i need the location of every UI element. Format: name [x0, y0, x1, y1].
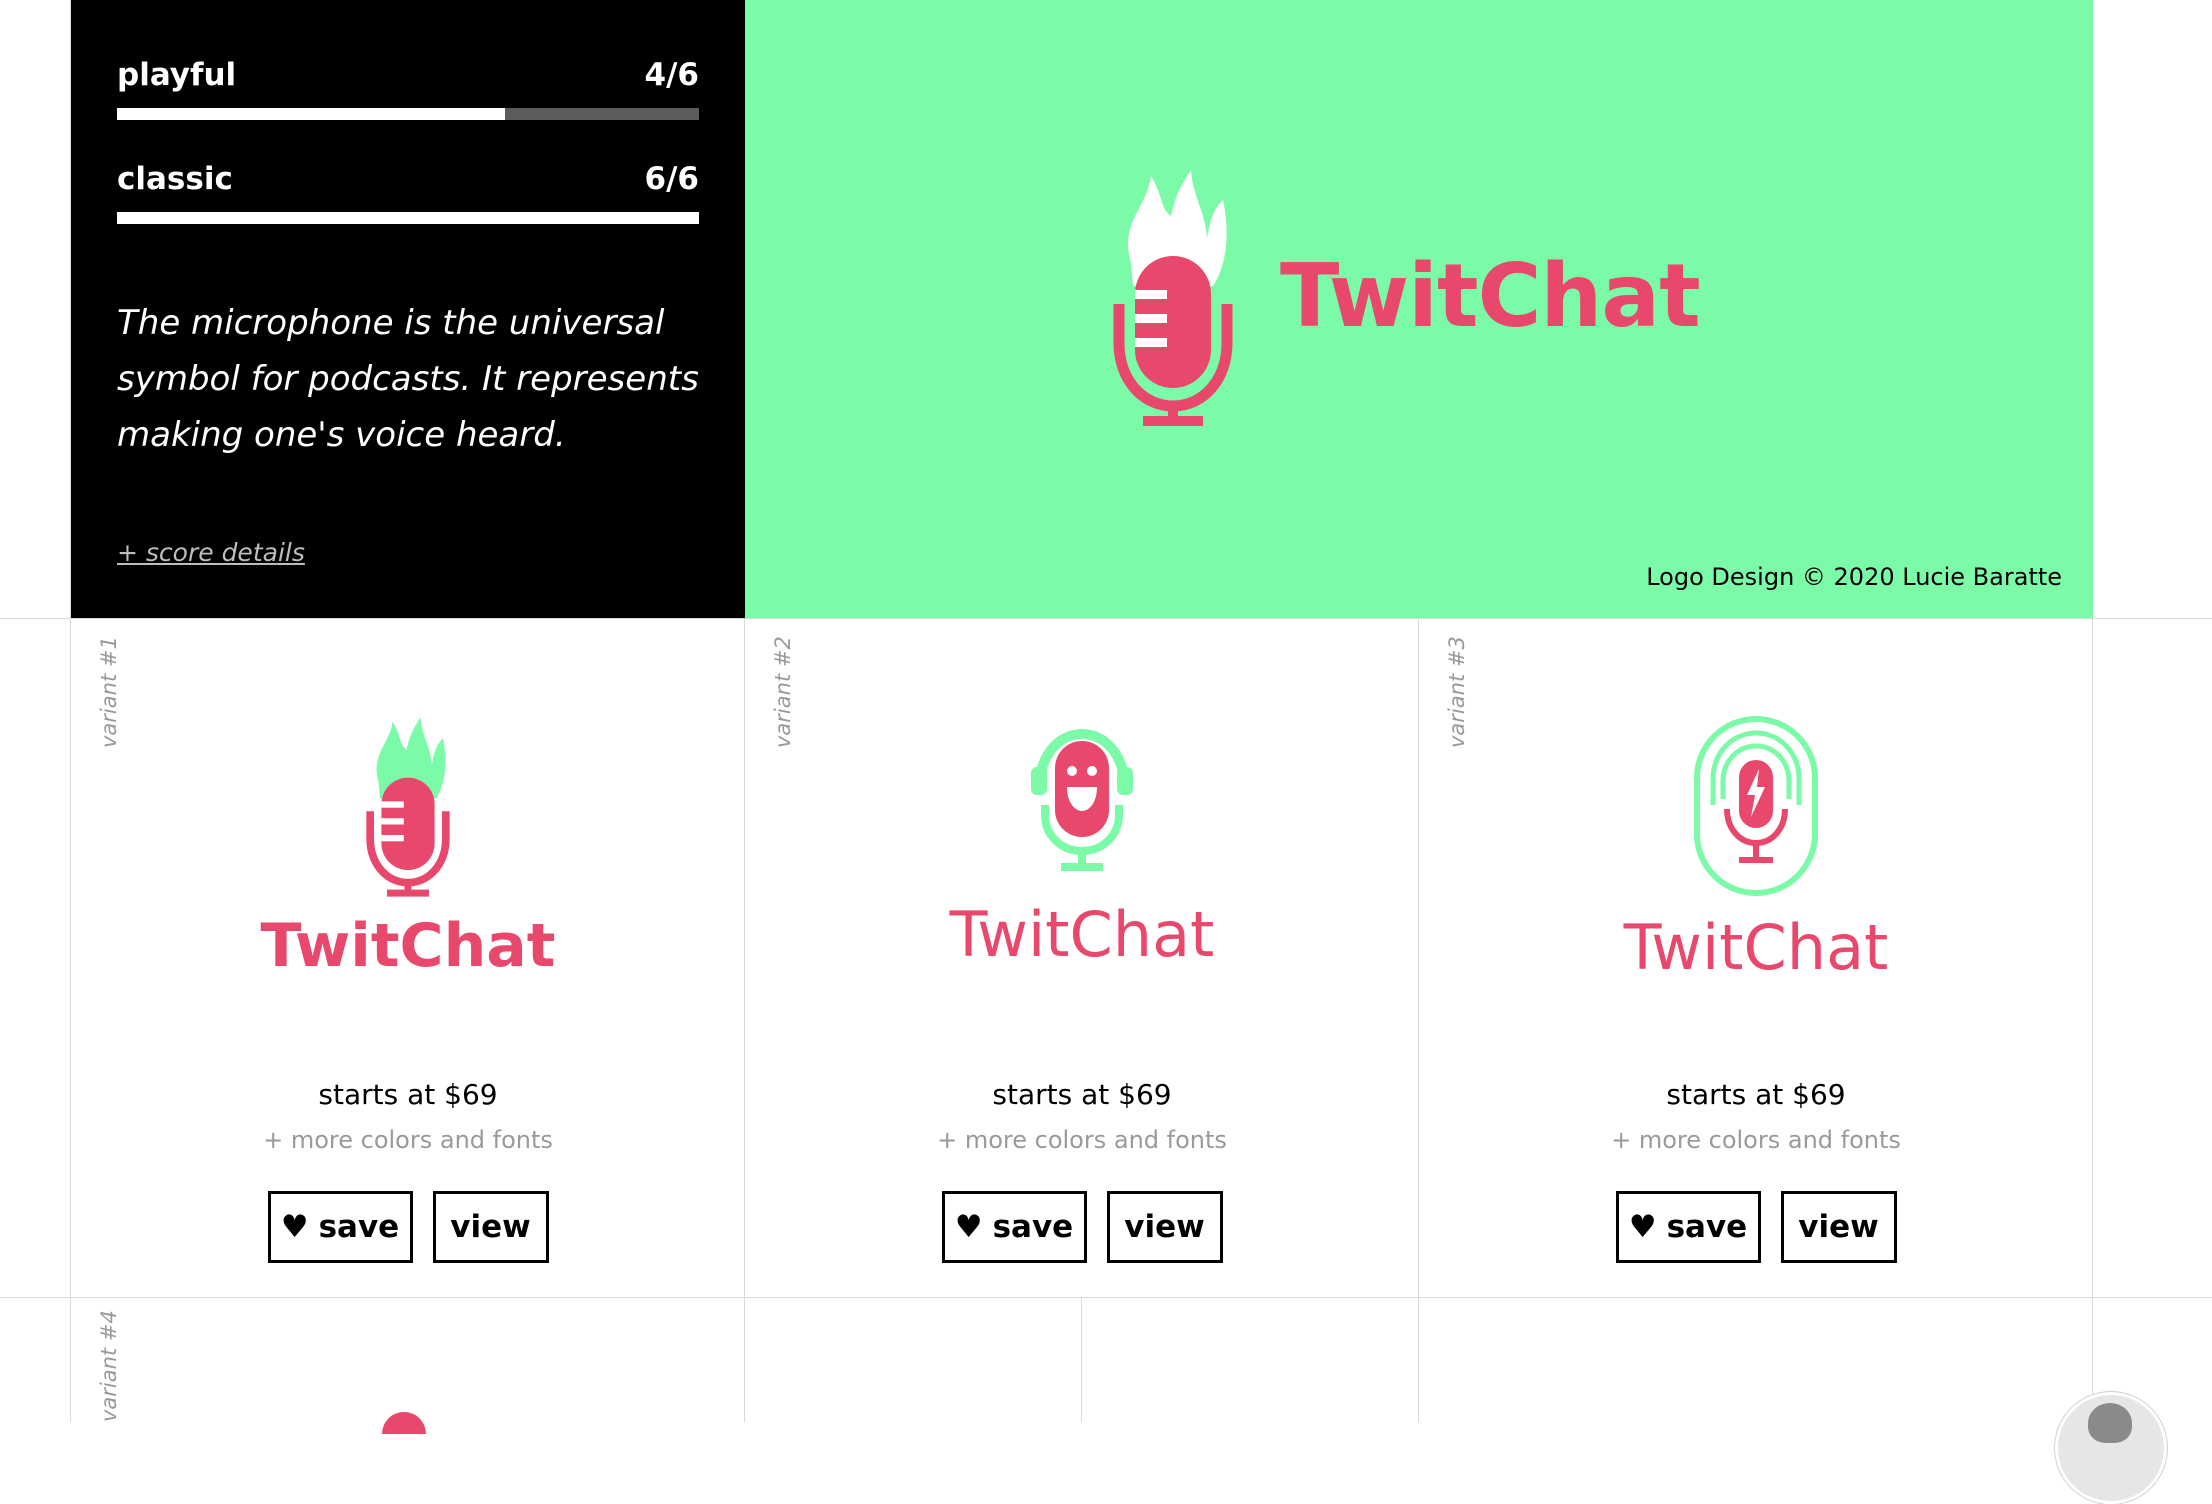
- variant-label: variant #4: [97, 1310, 121, 1422]
- score-panel: playful 4/6 classic 6/6 The microphone i…: [71, 0, 745, 618]
- price-text: starts at $69: [318, 1078, 498, 1111]
- price-text: starts at $69: [1666, 1078, 1846, 1111]
- grid-line: [0, 1297, 2212, 1298]
- metric-playful: playful 4/6: [117, 55, 699, 120]
- view-label: view: [1798, 1209, 1879, 1245]
- save-label: save: [992, 1209, 1074, 1245]
- avatar[interactable]: [2055, 1392, 2167, 1504]
- save-button[interactable]: ♥ save: [267, 1191, 413, 1263]
- copyright-text: Logo Design © 2020 Lucie Baratte: [1646, 563, 2062, 591]
- metric-score: 6/6: [644, 161, 699, 197]
- variant-logo-peek: [382, 1412, 426, 1434]
- lightning-microphone-waves-icon: [1694, 716, 1818, 896]
- save-button[interactable]: ♥ save: [1615, 1191, 1761, 1263]
- metric-bar: [117, 212, 699, 224]
- view-label: view: [1124, 1209, 1205, 1245]
- hero-logo-preview: TwitChat Logo Design © 2020 Lucie Baratt…: [745, 0, 2093, 618]
- metric-bar-fill: [117, 212, 699, 224]
- smiling-microphone-headphones-icon: [1031, 728, 1133, 871]
- view-label: view: [450, 1209, 531, 1245]
- variant-brand-name: TwitChat: [1623, 911, 1889, 984]
- metric-label: classic: [117, 161, 233, 197]
- heart-icon: ♥: [954, 1209, 983, 1245]
- logo-description: The microphone is the universal symbol f…: [117, 303, 699, 455]
- score-details-link[interactable]: + score details: [117, 538, 305, 567]
- more-options-text: + more colors and fonts: [1611, 1126, 1901, 1154]
- save-label: save: [1666, 1209, 1748, 1245]
- flame-microphone-icon: [1113, 170, 1233, 426]
- variant-brand-name: TwitChat: [949, 898, 1215, 971]
- view-button[interactable]: view: [1106, 1191, 1223, 1263]
- metric-bar-fill: [117, 108, 506, 120]
- variant-card: variant #3 TwitChat starts at $69 + more…: [1419, 618, 2093, 1297]
- metric-score: 4/6: [644, 57, 699, 93]
- metric-label: playful: [117, 57, 237, 93]
- save-button[interactable]: ♥ save: [941, 1191, 1087, 1263]
- more-options-text: + more colors and fonts: [263, 1126, 553, 1154]
- view-button[interactable]: view: [432, 1191, 549, 1263]
- variant-brand-name: TwitChat: [260, 911, 556, 981]
- price-text: starts at $69: [992, 1078, 1172, 1111]
- view-button[interactable]: view: [1780, 1191, 1897, 1263]
- flame-microphone-icon: [366, 717, 450, 897]
- more-options-text: + more colors and fonts: [937, 1126, 1227, 1154]
- variant-card: variant #1 TwitChat starts at $69 + more…: [71, 618, 745, 1297]
- hero-brand-name: TwitChat: [1280, 245, 1701, 347]
- save-label: save: [318, 1209, 400, 1245]
- metric-bar: [117, 108, 699, 120]
- heart-icon: ♥: [280, 1209, 309, 1245]
- heart-icon: ♥: [1628, 1209, 1657, 1245]
- grid-line: [1081, 1297, 1082, 1422]
- metric-classic: classic 6/6: [117, 159, 699, 224]
- variant-card: variant #2 TwitChat starts at $69 + more…: [745, 618, 1419, 1297]
